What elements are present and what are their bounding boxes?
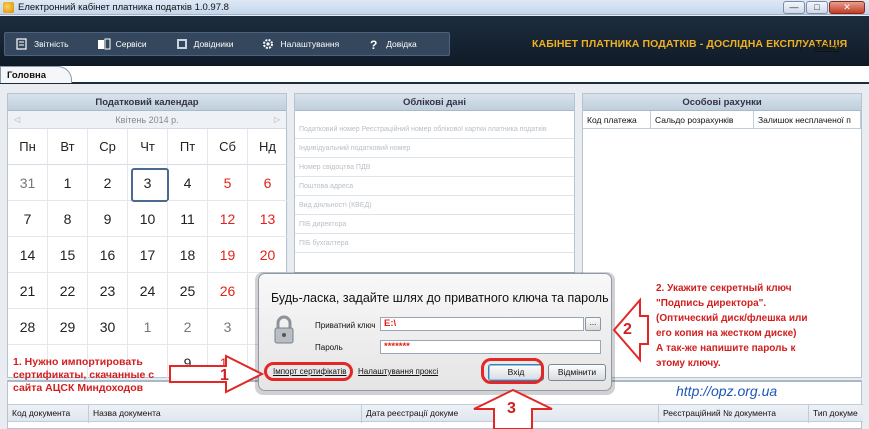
note-line: 2. Укажите секретный ключ bbox=[656, 283, 792, 294]
note-line: сайта АЦСК Миндоходов bbox=[13, 382, 144, 394]
note-line: 1. Нужно импортировать bbox=[13, 356, 143, 368]
step2-note: 2. Укажите секретный ключ "Подпись дирек… bbox=[656, 281, 808, 371]
note-line: (Оптический диск/флешка или bbox=[656, 313, 808, 324]
note-line: "Подпись директора". bbox=[656, 298, 767, 309]
arrow-right-icon bbox=[169, 354, 265, 394]
note-line: А так-же напишите пароль к bbox=[656, 343, 796, 354]
step-number: 3 bbox=[507, 400, 516, 417]
app-window: Електронний кабінет платника податків 1.… bbox=[0, 0, 869, 429]
step-number: 1 bbox=[220, 367, 229, 384]
note-line: сертификаты, скачанные с bbox=[13, 369, 155, 381]
highlight-ring bbox=[481, 358, 544, 384]
highlight-ring bbox=[264, 362, 353, 381]
note-line: его копия на жестком диске) bbox=[656, 328, 797, 339]
step1-note: 1. Нужно импортировать сертификаты, скач… bbox=[13, 356, 154, 395]
step-number: 2 bbox=[623, 321, 632, 338]
note-line: этому ключу. bbox=[656, 358, 721, 369]
source-url: http://opz.org.ua bbox=[676, 383, 778, 399]
